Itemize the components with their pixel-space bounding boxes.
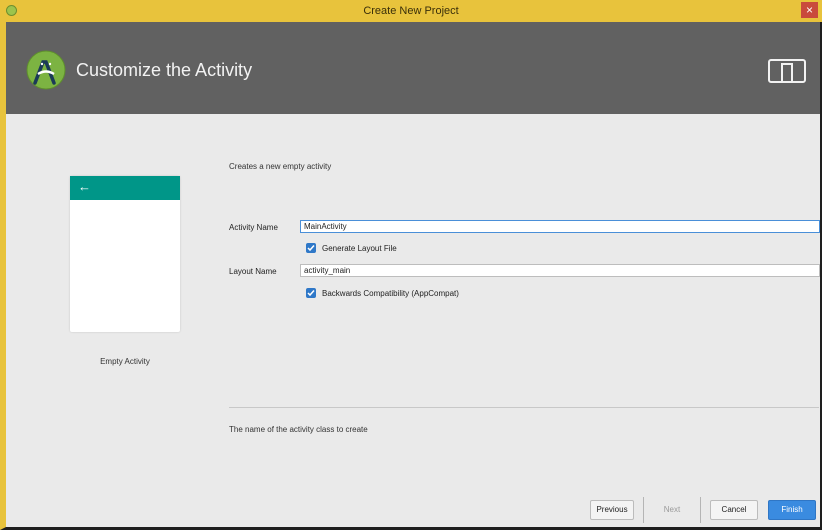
generate-layout-label: Generate Layout File (322, 243, 397, 253)
template-description: Creates a new empty activity (229, 162, 332, 171)
finish-button[interactable]: Finish (768, 500, 816, 520)
close-button[interactable]: × (801, 2, 818, 18)
field-hint: The name of the activity class to create (229, 425, 368, 434)
page-title: Customize the Activity (76, 60, 253, 80)
layout-name-label: Layout Name (229, 267, 277, 276)
activity-preview[interactable]: ← (70, 176, 180, 332)
activity-name-input[interactable] (300, 220, 820, 233)
create-project-dialog: Create New Project × Customize the Activ… (0, 0, 822, 530)
button-separator (700, 497, 701, 523)
divider (229, 407, 819, 408)
backwards-compat-label: Backwards Compatibility (AppCompat) (322, 288, 459, 298)
template-name: Empty Activity (100, 357, 150, 366)
button-separator (643, 497, 644, 523)
activity-name-label: Activity Name (229, 223, 278, 232)
generate-layout-row[interactable]: Generate Layout File (306, 243, 397, 253)
layout-name-input[interactable] (300, 264, 820, 277)
android-studio-icon (26, 50, 66, 90)
backwards-compat-row[interactable]: Backwards Compatibility (AppCompat) (306, 288, 459, 298)
backwards-compat-checkbox[interactable] (306, 288, 316, 298)
preview-app-bar: ← (70, 176, 180, 200)
generate-layout-checkbox[interactable] (306, 243, 316, 253)
next-button[interactable]: Next (652, 500, 692, 520)
tablet-phone-icon (768, 59, 806, 83)
back-arrow-icon: ← (78, 179, 91, 194)
window-title: Create New Project (363, 5, 459, 17)
title-bar[interactable]: Create New Project × (0, 0, 822, 22)
previous-button[interactable]: Previous (590, 500, 634, 520)
wizard-header: Customize the Activity (6, 22, 820, 114)
android-app-icon (6, 5, 17, 16)
check-icon (307, 290, 315, 297)
check-icon (307, 245, 315, 252)
cancel-button[interactable]: Cancel (710, 500, 758, 520)
